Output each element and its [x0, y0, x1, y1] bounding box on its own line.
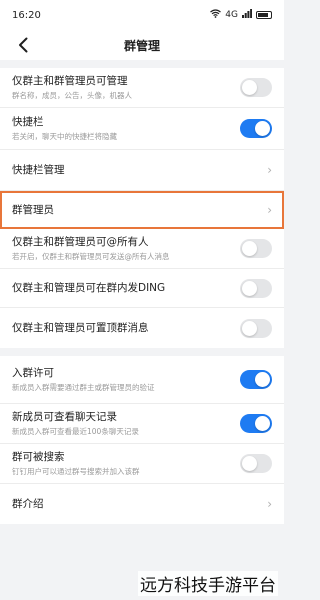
setting-title: 仅群主和管理员可在群内发DING [12, 282, 166, 294]
setting-admin-only-manage: 仅群主和群管理员可管理 群名称，成员，公告，头像，机器人 [0, 68, 284, 108]
settings-section-admin: 仅群主和群管理员可管理 群名称，成员，公告，头像，机器人 快捷栏 若关闭，聊天中… [0, 68, 284, 348]
back-arrow-icon[interactable] [14, 36, 32, 54]
setting-subtitle: 新成员入群需要通过群主或群管理员的验证 [12, 383, 155, 392]
setting-new-member-history: 新成员可查看聊天记录 新成员入群可查看最近100条聊天记录 [0, 404, 284, 444]
chevron-right-icon: › [267, 497, 272, 511]
status-icons: 4G [210, 9, 272, 21]
admin-only-manage-toggle[interactable] [240, 78, 272, 97]
admin-only-pin-toggle[interactable] [240, 318, 272, 338]
setting-title: 群介绍 [12, 498, 44, 510]
signal-label: 4G [225, 10, 238, 20]
setting-subtitle: 群名称，成员，公告，头像，机器人 [12, 91, 132, 100]
setting-admin-only-pin: 仅群主和管理员可置顶群消息 [0, 308, 284, 348]
setting-shortcut-bar-manage[interactable]: 快捷栏管理 › [0, 150, 284, 191]
setting-title: 新成员可查看聊天记录 [12, 411, 117, 423]
setting-title: 群管理员 [12, 203, 54, 216]
group-searchable-toggle[interactable] [240, 454, 272, 473]
setting-title: 快捷栏管理 [12, 164, 65, 176]
setting-subtitle: 若开启，仅群主和群管理员可发送@所有人消息 [12, 252, 170, 261]
signal-icon [242, 9, 252, 21]
setting-join-approval: 入群许可 新成员入群需要通过群主或群管理员的验证 [0, 356, 284, 404]
watermark-text: 远方科技手游平台 [138, 571, 278, 596]
new-member-history-toggle[interactable] [240, 414, 272, 433]
admin-only-at-all-toggle[interactable] [240, 239, 272, 258]
setting-title: 仅群主和管理员可置顶群消息 [12, 322, 149, 334]
setting-group-searchable: 群可被搜索 钉钉用户可以通过群号搜索并加入该群 [0, 444, 284, 484]
setting-title: 快捷栏 [12, 116, 44, 128]
setting-admin-only-at-all: 仅群主和群管理员可@所有人 若开启，仅群主和群管理员可发送@所有人消息 [0, 229, 284, 269]
setting-title: 仅群主和群管理员可@所有人 [12, 236, 149, 248]
setting-subtitle: 若关闭，聊天中的快捷栏将隐藏 [12, 132, 117, 141]
setting-subtitle: 钉钉用户可以通过群号搜索并加入该群 [12, 467, 140, 476]
setting-subtitle: 新成员入群可查看最近100条聊天记录 [12, 427, 139, 436]
join-approval-toggle[interactable] [240, 370, 272, 389]
settings-section-join: 入群许可 新成员入群需要通过群主或群管理员的验证 新成员可查看聊天记录 新成员入… [0, 356, 284, 524]
setting-admin-only-ding: 仅群主和管理员可在群内发DING [0, 269, 284, 308]
status-bar: 16:20 4G [0, 0, 284, 30]
battery-icon [256, 11, 272, 19]
setting-title: 群可被搜索 [12, 451, 65, 463]
setting-group-intro[interactable]: 群介绍 › [0, 484, 284, 524]
wifi-icon [210, 9, 222, 21]
chevron-right-icon: › [267, 202, 272, 217]
setting-group-admins[interactable]: 群管理员 › [0, 191, 284, 229]
setting-title: 仅群主和群管理员可管理 [12, 75, 128, 87]
shortcut-bar-toggle[interactable] [240, 119, 272, 138]
nav-bar: 群管理 [0, 30, 284, 60]
chevron-right-icon: › [267, 163, 272, 177]
page-title: 群管理 [123, 38, 160, 53]
setting-title: 入群许可 [12, 367, 54, 379]
status-time: 16:20 [12, 9, 41, 21]
setting-shortcut-bar: 快捷栏 若关闭，聊天中的快捷栏将隐藏 [0, 108, 284, 150]
admin-only-ding-toggle[interactable] [240, 278, 272, 298]
